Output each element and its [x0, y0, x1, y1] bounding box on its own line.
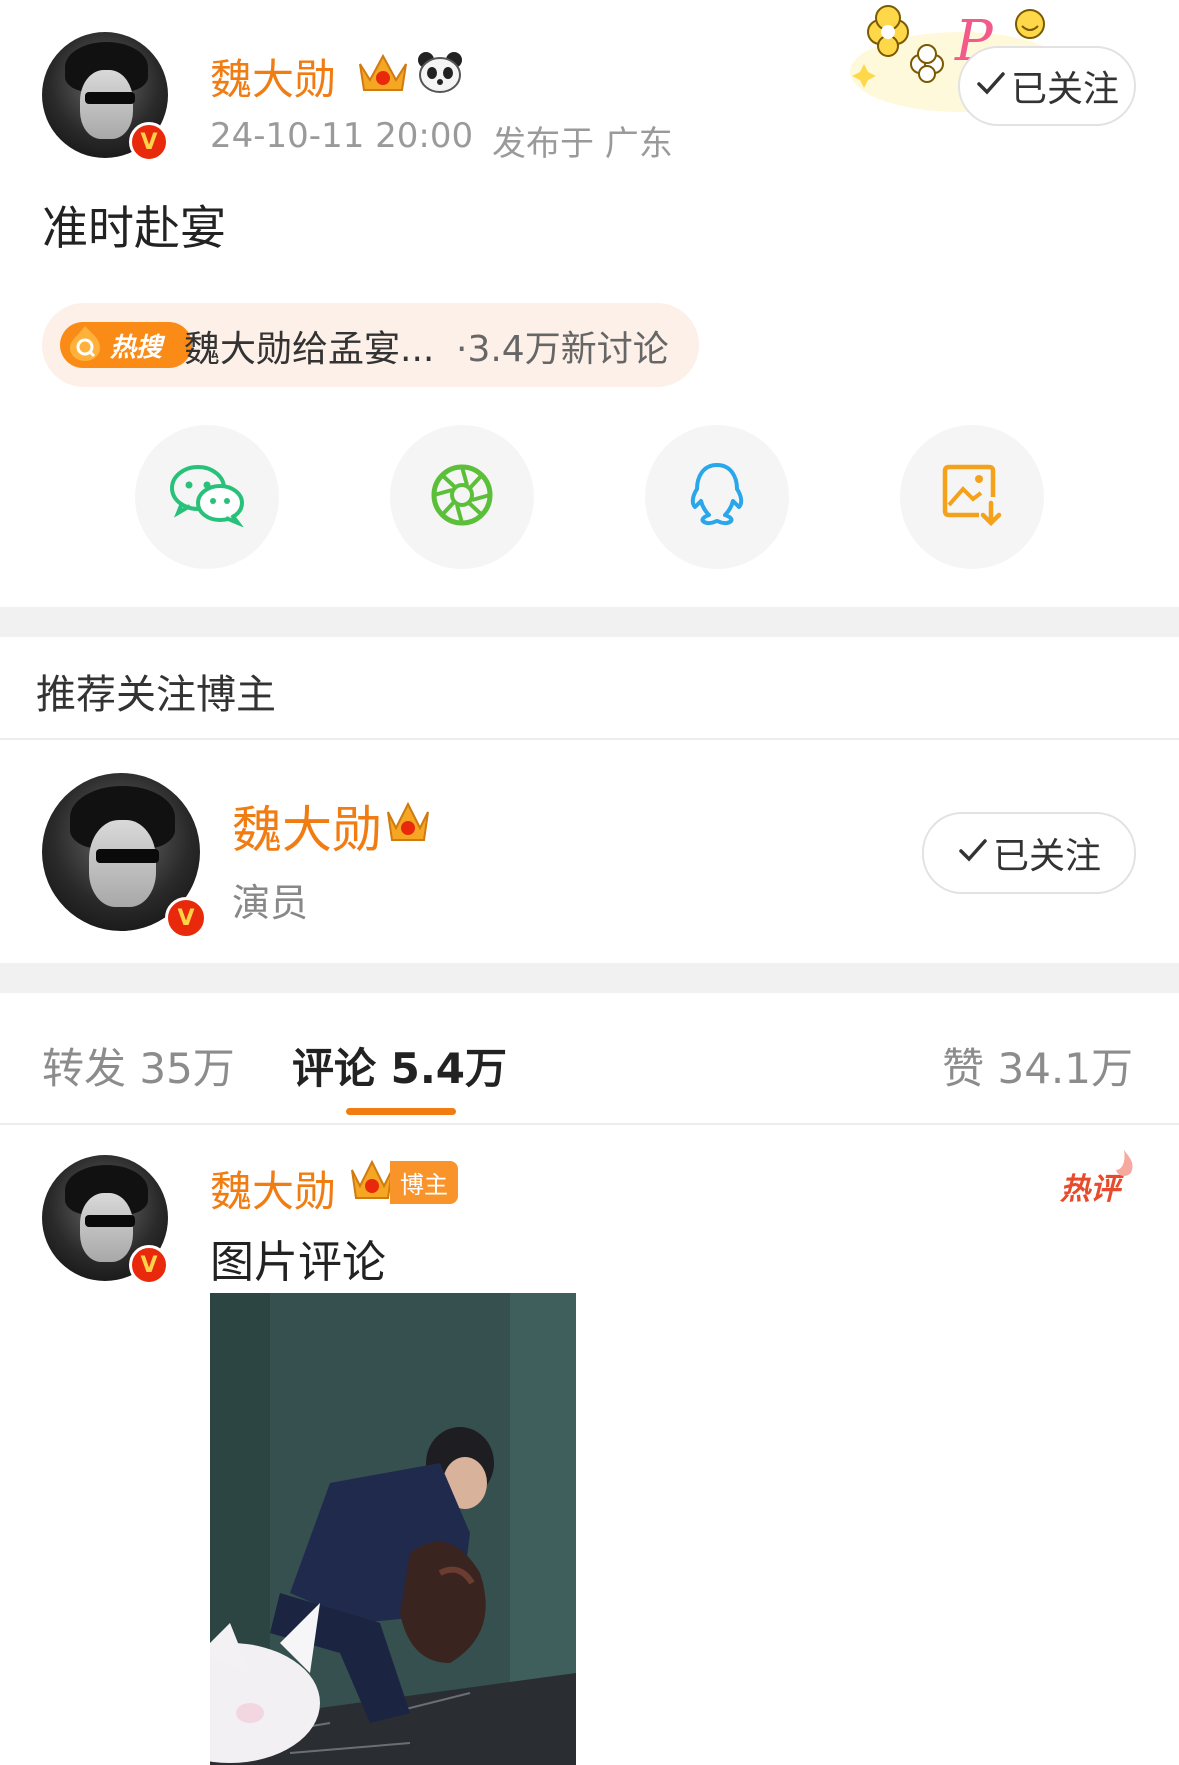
verified-badge-icon: V: [129, 122, 169, 162]
recommend-desc: 演员: [232, 881, 309, 925]
crown-badge-icon: [384, 800, 432, 850]
hot-comment-flame-icon: [1110, 1148, 1138, 1186]
comment-photo[interactable]: [210, 1293, 576, 1765]
crown-badge-icon: [348, 1158, 396, 1206]
share-moments-button[interactable]: [390, 425, 534, 569]
save-image-icon: [941, 463, 1003, 531]
verified-badge-icon: V: [129, 1245, 169, 1285]
save-image-button[interactable]: [900, 425, 1044, 569]
recommend-name[interactable]: 魏大勋: [232, 790, 382, 862]
share-wechat-button[interactable]: [135, 425, 279, 569]
post-location: 发布于 广东: [492, 124, 673, 164]
flame-search-icon: [66, 324, 104, 366]
hot-search-tag[interactable]: 热搜 魏大勋给孟宴... ·3.4万新讨论: [42, 303, 699, 387]
qq-icon: [687, 461, 747, 533]
checkmark-icon: [975, 66, 1007, 107]
checkmark-icon: [957, 833, 989, 874]
follow-button[interactable]: 已关注: [958, 46, 1136, 126]
tab-repost[interactable]: 转发 35万: [42, 1035, 235, 1096]
tabs-divider: [0, 1123, 1179, 1125]
hot-search-topic: 魏大勋给孟宴...: [184, 329, 435, 370]
recommend-section-title: 推荐关注博主: [36, 672, 276, 718]
crown-badge-icon: [356, 50, 410, 100]
wechat-icon: [168, 463, 246, 531]
recommend-follow-label: 已关注: [992, 836, 1101, 877]
moments-icon: [429, 462, 495, 532]
comment-author-name[interactable]: 魏大勋: [210, 1158, 336, 1219]
follow-button-label: 已关注: [1010, 69, 1119, 110]
comment-text: 图片评论: [210, 1237, 386, 1288]
hot-search-count: ·3.4万新讨论: [456, 329, 669, 370]
recommend-divider: [0, 738, 1179, 740]
post-text: 准时赴宴: [42, 201, 226, 255]
recommend-follow-button[interactable]: 已关注: [922, 812, 1136, 894]
tab-comment-underline: [346, 1108, 456, 1115]
panda-icon: [416, 50, 464, 98]
blogger-badge: 博主: [348, 1159, 458, 1204]
tab-comment[interactable]: 评论 5.4万: [292, 1035, 507, 1096]
verified-badge-icon: V: [165, 897, 207, 939]
post-author-name[interactable]: 魏大勋: [210, 46, 336, 107]
share-qq-button[interactable]: [645, 425, 789, 569]
tab-like[interactable]: 赞 34.1万: [942, 1035, 1133, 1096]
post-timestamp: 24-10-11 20:00: [210, 116, 474, 156]
section-divider: [0, 963, 1179, 993]
hot-search-badge: 热搜: [60, 322, 192, 368]
blogger-badge-label: 博主: [390, 1160, 458, 1204]
hot-search-badge-label: 热搜: [110, 332, 163, 363]
section-divider: [0, 607, 1179, 637]
